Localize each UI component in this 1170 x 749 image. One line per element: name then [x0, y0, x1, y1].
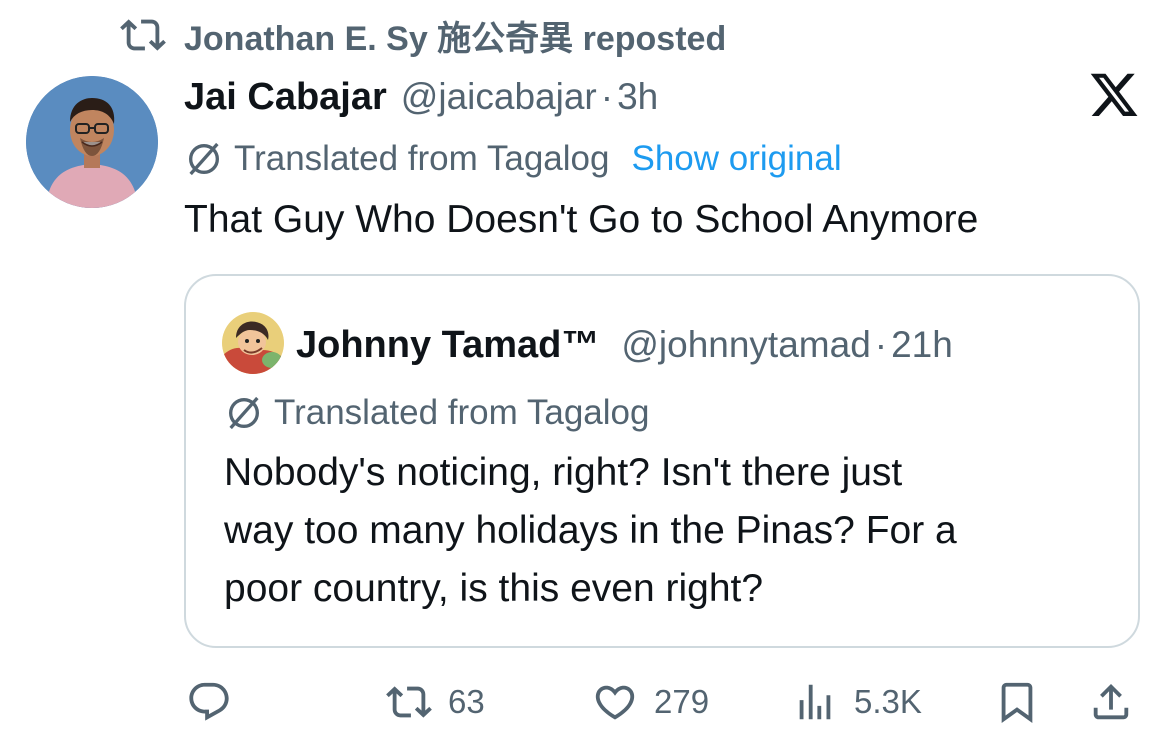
quoted-post-text: Nobody's noticing, right? Isn't there ju… [224, 444, 1104, 618]
repost-button[interactable]: 63 [386, 672, 485, 732]
share-icon [1093, 683, 1129, 720]
quoted-translated-label: Translated from Tagalog [274, 393, 650, 432]
share-button[interactable] [1088, 672, 1134, 732]
separator-dot: · [600, 76, 614, 117]
repost-banner[interactable]: Jonathan E. Sy 施公奇異 reposted [120, 12, 726, 58]
repost-banner-text: Jonathan E. Sy 施公奇異 reposted [184, 19, 727, 58]
author-avatar[interactable] [26, 76, 158, 208]
quoted-post-header: Johnny Tamad™ @johnnytamad · 21h [296, 320, 953, 370]
translation-notice: Translated from Tagalog Show original [184, 136, 842, 182]
quoted-author-name[interactable]: Johnny Tamad™ [296, 324, 599, 367]
quoted-post-card[interactable]: Johnny Tamad™ @johnnytamad · 21h Transla… [184, 274, 1140, 648]
views-button[interactable]: 5.3K [792, 672, 922, 732]
reply-button[interactable] [186, 672, 232, 732]
quoted-text-line: Nobody's noticing, right? Isn't there ju… [224, 451, 903, 494]
reply-icon [189, 682, 229, 721]
quoted-translation-notice: Translated from Tagalog [224, 390, 649, 436]
like-button[interactable]: 279 [592, 672, 709, 732]
repost-icon [120, 19, 166, 51]
quoted-text-line: poor country, is this even right? [224, 567, 764, 610]
heart-icon [595, 685, 635, 720]
repost-icon [386, 686, 432, 718]
post-text: That Guy Who Doesn't Go to School Anymor… [184, 198, 979, 241]
x-logo-icon [1088, 72, 1140, 122]
post-header: Jai Cabajar @jaicabajar · 3h [184, 72, 658, 122]
repost-count: 63 [448, 683, 485, 720]
quoted-text-line: way too many holidays in the Pinas? For … [224, 509, 957, 552]
bookmark-icon [1001, 682, 1033, 723]
views-icon [799, 684, 831, 720]
author-handle[interactable]: @jaicabajar [401, 76, 597, 118]
translated-label: Translated from Tagalog [234, 139, 610, 178]
quoted-separator-dot: · [874, 324, 888, 365]
post-timestamp[interactable]: 3h [617, 76, 658, 118]
views-count: 5.3K [854, 683, 922, 720]
show-original-link[interactable]: Show original [631, 139, 841, 179]
author-name[interactable]: Jai Cabajar [184, 76, 387, 119]
like-count: 279 [654, 683, 710, 720]
bookmark-button[interactable] [994, 672, 1040, 732]
quoted-post-timestamp[interactable]: 21h [891, 324, 953, 366]
action-bar: 63 279 5.3K [0, 672, 1170, 732]
translate-icon [229, 396, 259, 430]
translate-icon [189, 142, 219, 176]
quoted-author-avatar[interactable] [222, 312, 284, 374]
quoted-author-handle[interactable]: @johnnytamad [621, 324, 870, 366]
